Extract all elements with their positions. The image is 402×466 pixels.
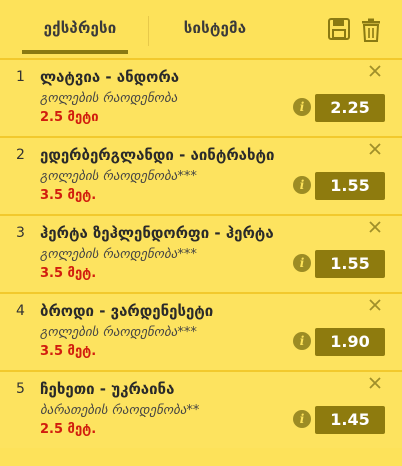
odds-badge[interactable]: 1.55	[315, 250, 385, 278]
betslip-header: ექსპრესი სისტემა	[0, 0, 402, 58]
bet-number: 5	[16, 381, 25, 397]
pick-name: 3.5 მეტ.	[40, 344, 97, 359]
close-icon[interactable]	[368, 375, 382, 389]
bet-number: 2	[16, 147, 25, 163]
info-icon[interactable]: i	[293, 410, 311, 428]
close-icon[interactable]	[368, 63, 382, 77]
bet-row: 4 ბროდი - ვარდენესეტი გოლების რაოდენობა*…	[0, 292, 402, 370]
pick-name: 2.5 მეტ.	[40, 422, 97, 437]
market-name: გოლების რაოდენობა***	[40, 247, 197, 262]
tab-system[interactable]: სისტემა	[180, 19, 250, 37]
market-name: ბარათების რაოდენობა**	[40, 403, 200, 418]
pick-name: 3.5 მეტ.	[40, 188, 97, 203]
bet-number: 1	[16, 69, 25, 85]
tab-express[interactable]: ექსპრესი	[34, 19, 126, 37]
market-name: გოლების რაოდენობა***	[40, 325, 197, 340]
odds-badge[interactable]: 2.25	[315, 94, 385, 122]
bet-row: 3 ჰერტა ზეჰლენდორფი - ჰერტა გოლების რაოდ…	[0, 214, 402, 292]
bet-row: 1 ლატვია - ანდორა გოლების რაოდენობა 2.5 …	[0, 58, 402, 136]
bet-row: 2 ედერბერგლანდი - აინტრახტი გოლების რაოდ…	[0, 136, 402, 214]
match-name: ედერბერგლანდი - აინტრახტი	[40, 146, 275, 164]
info-icon[interactable]: i	[293, 332, 311, 350]
odds-badge[interactable]: 1.90	[315, 328, 385, 356]
info-icon[interactable]: i	[293, 176, 311, 194]
info-icon[interactable]: i	[293, 254, 311, 272]
close-icon[interactable]	[368, 297, 382, 311]
floppy-disk-icon[interactable]	[328, 18, 350, 42]
market-name: გოლების რაოდენობა	[40, 91, 178, 106]
odds-badge[interactable]: 1.55	[315, 172, 385, 200]
match-name: ბროდი - ვარდენესეტი	[40, 302, 214, 320]
active-tab-underline	[22, 50, 128, 54]
odds-badge[interactable]: 1.45	[315, 406, 385, 434]
tab-divider	[148, 16, 149, 46]
pick-name: 3.5 მეტ.	[40, 266, 97, 281]
match-name: ჰერტა ზეჰლენდორფი - ჰერტა	[40, 224, 274, 242]
market-name: გოლების რაოდენობა***	[40, 169, 197, 184]
bet-row: 5 ჩეხეთი - უკრაინა ბარათების რაოდენობა**…	[0, 370, 402, 448]
bet-number: 3	[16, 225, 25, 241]
close-icon[interactable]	[368, 141, 382, 155]
bet-number: 4	[16, 303, 25, 319]
trash-icon[interactable]	[361, 18, 383, 42]
match-name: ლატვია - ანდორა	[40, 68, 180, 86]
info-icon[interactable]: i	[293, 98, 311, 116]
close-icon[interactable]	[368, 219, 382, 233]
match-name: ჩეხეთი - უკრაინა	[40, 380, 175, 398]
pick-name: 2.5 მეტი	[40, 110, 99, 125]
